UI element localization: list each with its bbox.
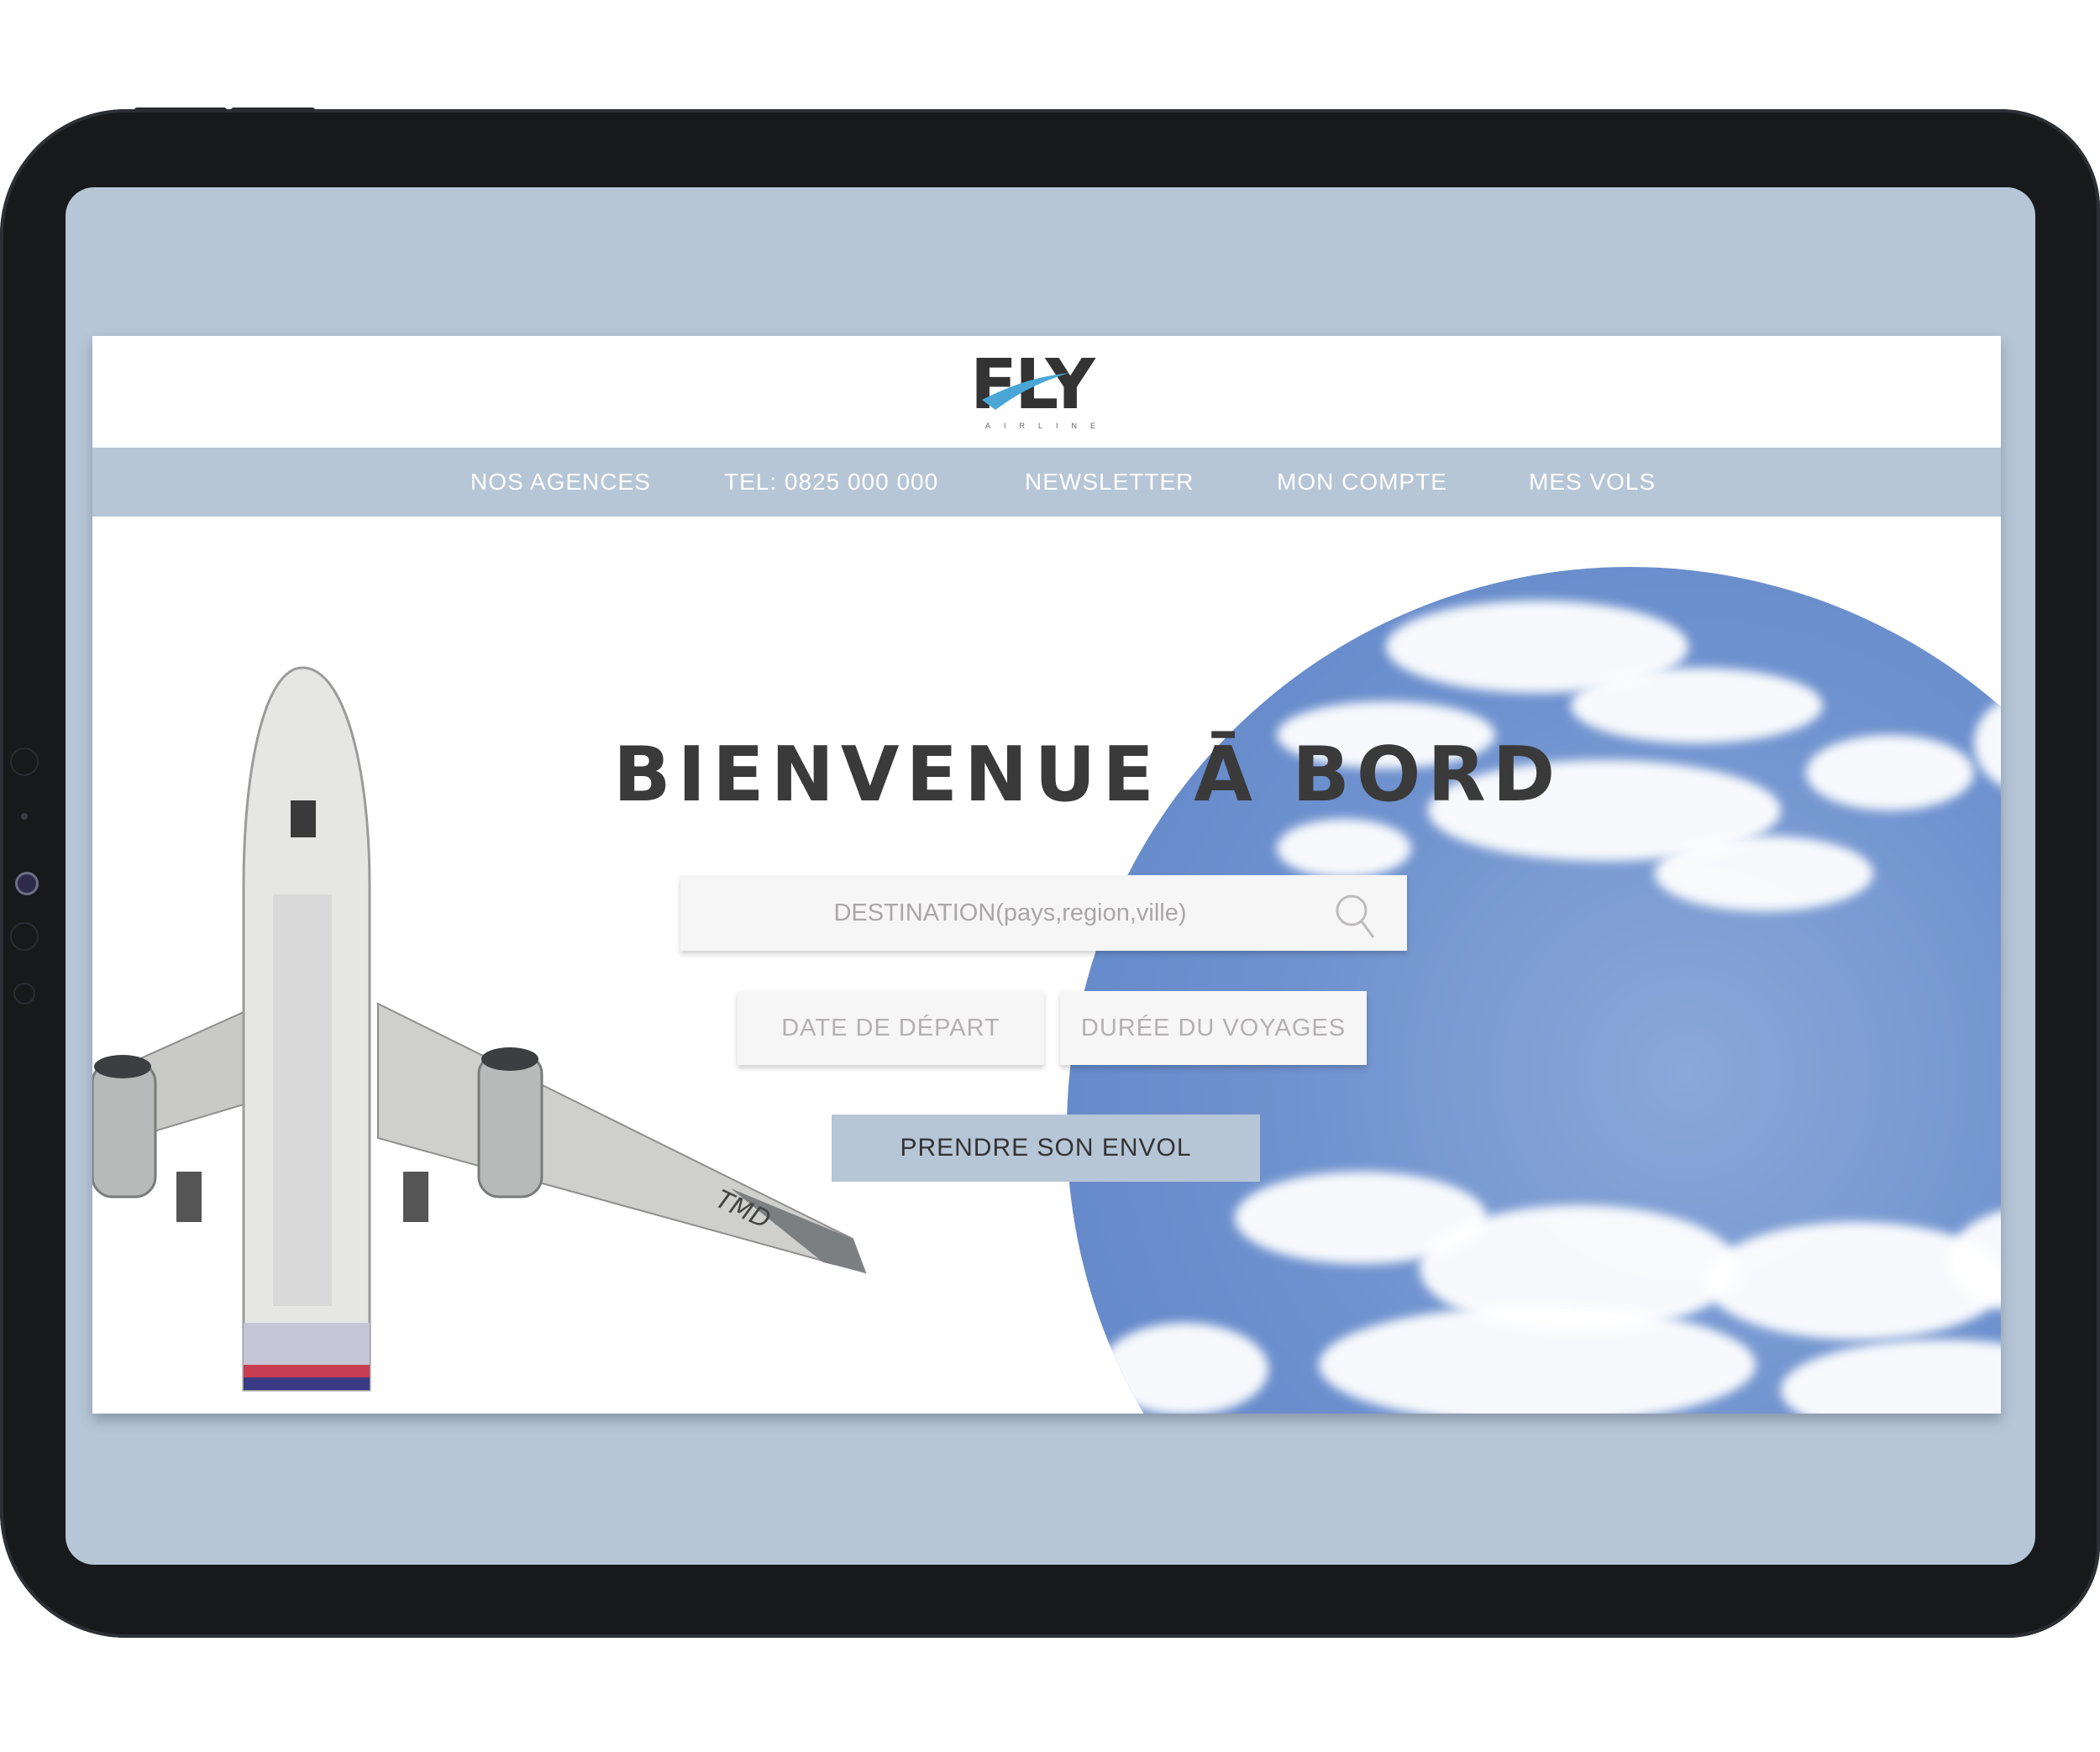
website-page: FLY AIRLINE NOS AGENCES TEL: 0825 000 00… [92, 336, 2001, 1414]
volume-button [134, 108, 227, 113]
logo-subtitle: AIRLINE [985, 422, 1110, 430]
camera-lens-icon [15, 872, 39, 895]
nav-item-phone[interactable]: TEL: 0825 000 000 [724, 448, 938, 517]
departure-date-field[interactable]: DATE DE DÉPART [738, 991, 1044, 1065]
power-button [231, 108, 315, 113]
site-header: FLY AIRLINE [92, 336, 2001, 448]
fly-logo[interactable]: FLY AIRLINE [970, 351, 1130, 435]
sensor-dot-icon [21, 813, 28, 820]
camera-ring-icon [10, 747, 39, 776]
destination-placeholder: DESTINATION(pays,region,ville) [833, 900, 1187, 926]
sky-clouds-image [1067, 567, 2001, 1414]
camera-ring-icon [10, 922, 39, 951]
nav-item-compte[interactable]: MON COMPTE [1277, 448, 1447, 517]
nav-item-agences[interactable]: NOS AGENCES [470, 448, 651, 517]
hero-title: BIENVENUE Ā BORD [613, 731, 1562, 819]
destination-search-field[interactable]: DESTINATION(pays,region,ville) [680, 875, 1407, 951]
nav-item-newsletter[interactable]: NEWSLETTER [1025, 448, 1194, 517]
tablet-screen: FLY AIRLINE NOS AGENCES TEL: 0825 000 00… [66, 187, 2035, 1565]
main-nav: NOS AGENCES TEL: 0825 000 000 NEWSLETTER… [92, 448, 2001, 517]
search-icon[interactable] [1333, 892, 1377, 971]
trip-duration-field[interactable]: DURÉE DU VOYAGES [1060, 991, 1367, 1065]
nav-item-vols[interactable]: MES VOLS [1529, 448, 1656, 517]
hero-section: TMD BIENVENUE Ā BORD DESTINATION(pays,re… [92, 517, 2001, 1414]
camera-ring-icon [13, 983, 35, 1005]
submit-search-button[interactable]: PRENDRE SON ENVOL [832, 1115, 1260, 1182]
